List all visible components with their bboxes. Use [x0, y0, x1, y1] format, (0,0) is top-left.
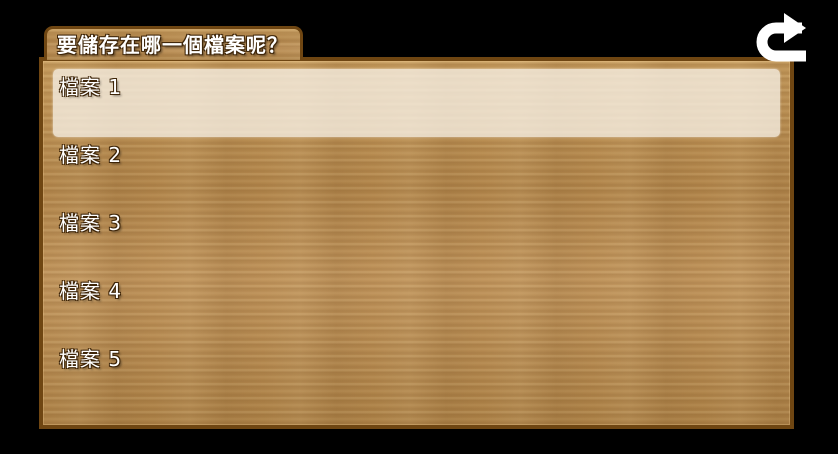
save-slot-5[interactable]: 檔案 5: [53, 341, 780, 409]
save-slot-label: 檔案 1: [59, 75, 123, 99]
return-arrow-icon: [756, 13, 806, 62]
save-file-panel: 檔案 1 檔案 2 檔案 3 檔案 4 檔案 5: [39, 57, 794, 429]
dialog-title: 要儲存在哪一個檔案呢？: [57, 32, 288, 57]
save-slot-list: 檔案 1 檔案 2 檔案 3 檔案 4 檔案 5: [53, 69, 780, 409]
dialog-title-tab: 要儲存在哪一個檔案呢？: [44, 26, 303, 60]
save-slot-label: 檔案 2: [59, 143, 123, 167]
save-slot-label: 檔案 5: [59, 347, 123, 371]
back-button[interactable]: [754, 12, 812, 64]
save-slot-4[interactable]: 檔案 4: [53, 273, 780, 341]
save-slot-label: 檔案 3: [59, 211, 123, 235]
save-slot-1[interactable]: 檔案 1: [53, 69, 780, 137]
save-slot-label: 檔案 4: [59, 279, 123, 303]
save-slot-2[interactable]: 檔案 2: [53, 137, 780, 205]
save-slot-3[interactable]: 檔案 3: [53, 205, 780, 273]
